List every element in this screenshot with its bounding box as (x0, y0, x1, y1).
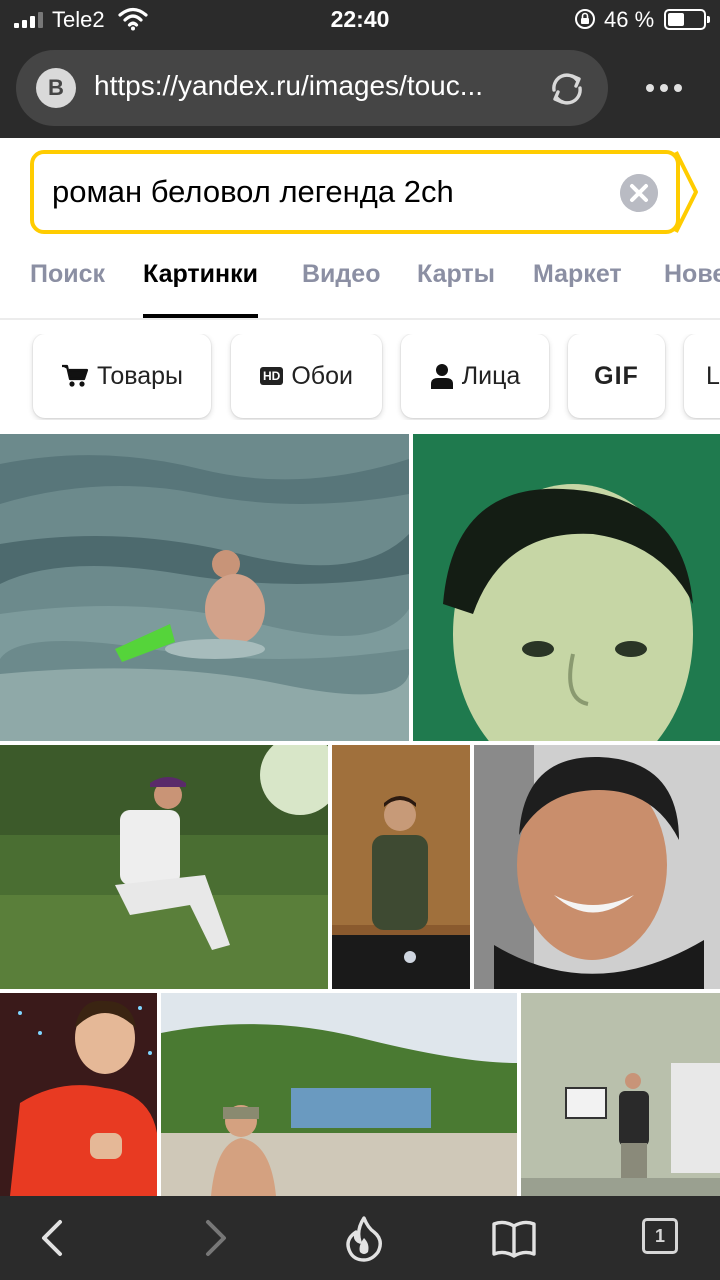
image-result[interactable] (0, 434, 409, 741)
image-result[interactable] (0, 993, 157, 1196)
portrait-photo (413, 434, 720, 741)
tabs-icon[interactable]: 1 (642, 1218, 690, 1266)
filter-faces-label: Лица (461, 361, 521, 390)
battery-percent: 46 % (604, 7, 655, 32)
flame-icon[interactable] (340, 1214, 388, 1262)
filter-chips: Товары HD Обои Лица GIF L (0, 334, 720, 420)
image-result[interactable] (161, 993, 517, 1196)
filter-faces[interactable]: Лица (401, 334, 549, 418)
browser-chrome: Tele2 22:40 46 % B https://yandex.ru/ima… (0, 0, 720, 138)
tab-maps[interactable]: Карты (417, 260, 495, 318)
image-result[interactable] (413, 434, 720, 741)
site-badge[interactable]: B (36, 68, 76, 108)
red-shirt-photo (0, 993, 157, 1196)
filter-wallpapers-label: Обои (291, 361, 353, 390)
battery-fill (668, 13, 684, 26)
forward-icon[interactable] (190, 1214, 238, 1262)
address-bar[interactable]: B https://yandex.ru/images/touc... (16, 50, 608, 126)
clear-icon[interactable] (620, 174, 658, 212)
tab-news[interactable]: Нове (664, 260, 720, 318)
url-text[interactable]: https://yandex.ru/images/touc... (94, 70, 526, 102)
search-tabs: Поиск Картинки Видео Карты Маркет Нове (0, 250, 720, 320)
filter-gif[interactable]: GIF (568, 334, 665, 418)
image-result[interactable] (0, 745, 328, 989)
search-box[interactable] (30, 150, 680, 234)
more-menu-icon[interactable] (640, 68, 690, 108)
tab-video[interactable]: Видео (302, 260, 380, 318)
filter-goods[interactable]: Товары (33, 334, 211, 418)
seaside-photo (161, 993, 517, 1196)
orientation-lock-icon (575, 9, 595, 29)
search-input[interactable] (52, 174, 612, 210)
search-submit-arrow[interactable] (670, 150, 700, 234)
image-result[interactable] (474, 745, 720, 989)
sea-photo (0, 434, 409, 741)
status-bar: Tele2 22:40 46 % (0, 0, 720, 40)
image-result[interactable] (521, 993, 720, 1196)
filter-gif-label: GIF (594, 361, 639, 390)
filter-goods-label: Товары (97, 361, 183, 390)
tabs-count: 1 (642, 1218, 678, 1254)
bottom-toolbar: 1 (0, 1196, 720, 1280)
cart-icon (62, 364, 89, 387)
filter-more-label: L (706, 361, 720, 390)
back-icon[interactable] (30, 1214, 78, 1262)
book-icon[interactable] (490, 1214, 538, 1262)
hd-icon: HD (260, 367, 284, 385)
person-icon (430, 364, 453, 389)
tab-search[interactable]: Поиск (30, 260, 105, 318)
battery-icon (664, 9, 710, 30)
industrial-photo (521, 993, 720, 1196)
tab-market[interactable]: Маркет (533, 260, 622, 318)
filter-more[interactable]: L (684, 334, 720, 418)
reload-icon[interactable] (546, 68, 588, 110)
smiling-photo (474, 745, 720, 989)
search-bar (30, 150, 698, 234)
tab-images[interactable]: Картинки (143, 260, 259, 318)
filter-wallpapers[interactable]: HD Обои (231, 334, 382, 418)
selfie-photo (332, 745, 470, 989)
grass-photo (0, 745, 328, 989)
image-result[interactable] (332, 745, 470, 989)
